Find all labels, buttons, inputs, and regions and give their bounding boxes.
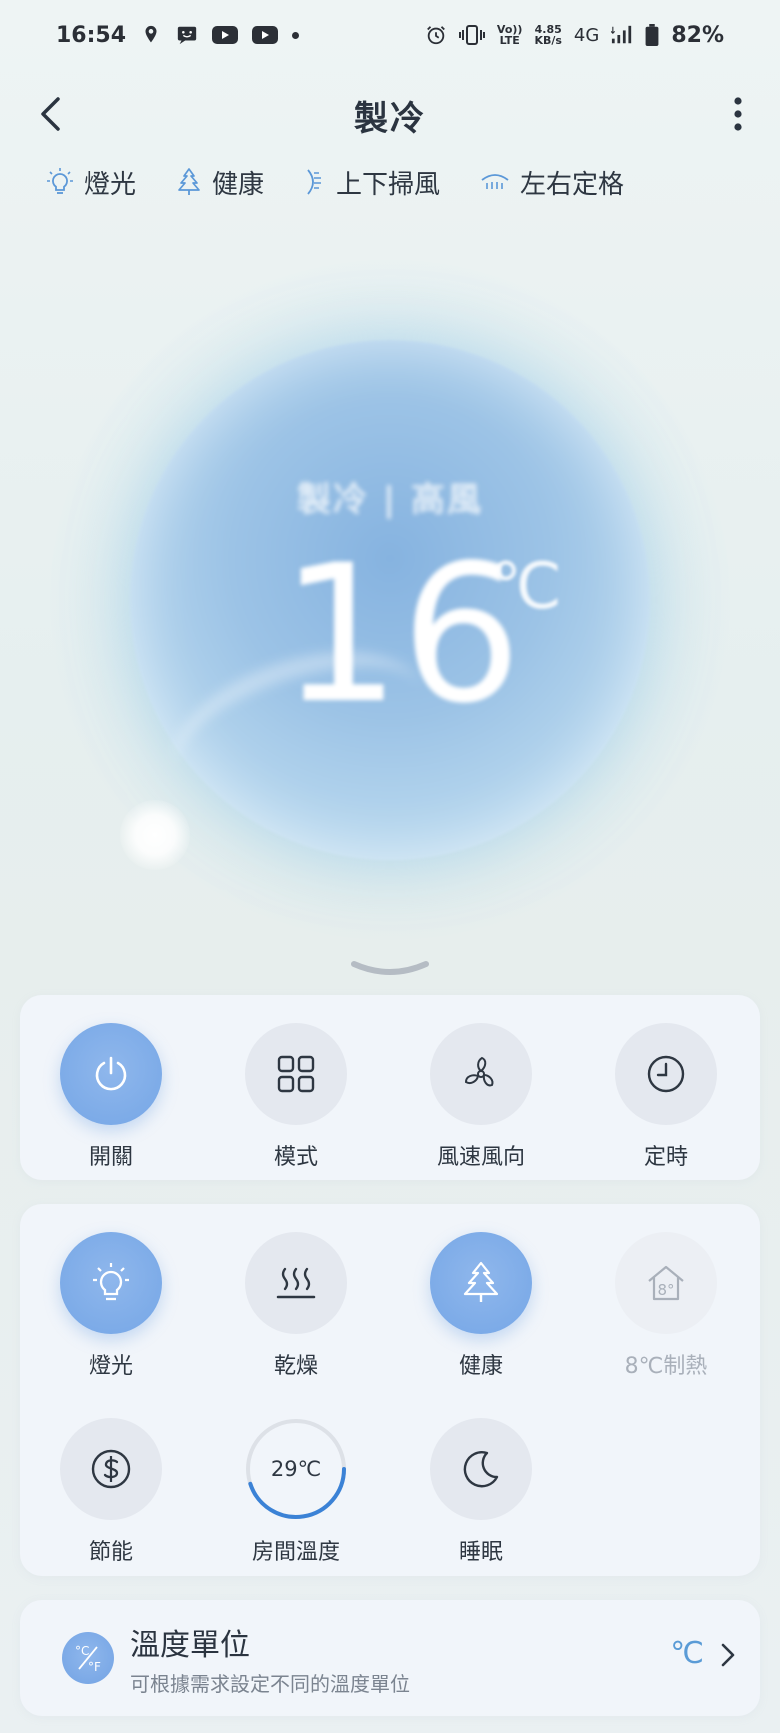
dry-button[interactable] <box>245 1232 347 1334</box>
battery-icon <box>645 24 659 46</box>
target-temperature: 16 <box>280 524 522 745</box>
control-label: 燈光 <box>88 1354 133 1379</box>
dry-control[interactable]: 乾燥 <box>226 1232 366 1380</box>
mode-status: 製冷 | 高風 <box>296 480 484 520</box>
signal-icon <box>611 25 632 44</box>
active-features: 燈光 健康 上下掃風 左右定格 <box>46 160 624 204</box>
network-speed: 4.85 KB/s <box>534 23 562 47</box>
power-button[interactable] <box>60 1023 162 1125</box>
power-icon <box>95 1056 127 1091</box>
back-button[interactable] <box>28 92 72 136</box>
youtube-icon <box>252 26 279 44</box>
feature-light: 燈光 <box>46 164 136 201</box>
unit-setting-subtitle: 可根據需求設定不同的溫度單位 <box>130 1672 410 1696</box>
battery-percent: 82% <box>671 22 724 48</box>
room-temperature-value: 29℃ <box>270 1457 322 1481</box>
location-icon <box>145 25 157 43</box>
light-button[interactable] <box>60 1232 162 1334</box>
control-label: 房間溫度 <box>251 1540 340 1565</box>
chevron-left-icon <box>41 97 60 131</box>
unit-setting-value: ℃ <box>670 1636 704 1671</box>
horizontal-fixed-icon <box>481 174 509 189</box>
control-label: 開關 <box>88 1145 133 1170</box>
control-label: 8℃制熱 <box>624 1354 708 1379</box>
more-options-button[interactable] <box>716 92 760 136</box>
youtube-icon <box>212 26 239 44</box>
tree-icon <box>463 1261 499 1302</box>
temperature-display: 製冷 | 高風 16 ℃ <box>50 260 730 940</box>
clock-icon <box>647 1055 685 1093</box>
more-notifications-dot <box>292 31 300 39</box>
feature-label: 燈光 <box>84 169 137 200</box>
svg-text:°C: °C <box>75 1644 89 1658</box>
status-bar: 16:54 Vo)) LTE 4.85 KB/s 4G 82% <box>0 0 780 70</box>
chevron-right-icon <box>716 1640 740 1670</box>
more-vertical-icon <box>734 97 742 131</box>
control-label: 風速風向 <box>436 1145 525 1170</box>
heat-icon <box>276 1267 316 1299</box>
heat-8c-button[interactable]: 8° <box>615 1232 717 1334</box>
message-icon <box>177 26 197 45</box>
control-label: 定時 <box>643 1145 688 1170</box>
control-label: 健康 <box>458 1354 503 1379</box>
sleep-button[interactable] <box>430 1418 532 1520</box>
status-time: 16:54 <box>56 22 127 48</box>
vibrate-icon <box>458 25 485 45</box>
feature-health: 健康 <box>176 164 264 201</box>
control-label: 模式 <box>273 1145 318 1170</box>
eco-button[interactable] <box>60 1418 162 1520</box>
secondary-controls-panel: 燈光 乾燥 健康 8° 8℃制熱 節能 29℃ 房間溫度 睡眠 <box>20 1204 760 1576</box>
timer-button[interactable] <box>615 1023 717 1125</box>
control-label: 睡眠 <box>458 1540 503 1565</box>
timer-control[interactable]: 定時 <box>596 1023 736 1171</box>
feature-horizontal-fixed: 左右定格 <box>480 164 624 201</box>
room-temperature-control[interactable]: 29℃ 房間溫度 <box>226 1418 366 1566</box>
fan-control[interactable]: 風速風向 <box>411 1023 551 1171</box>
temperature-unit-row[interactable]: °C °F 溫度單位 可根據需求設定不同的溫度單位 ℃ <box>20 1600 760 1716</box>
dollar-icon <box>91 1449 131 1489</box>
chevron-down-icon <box>351 961 429 975</box>
feature-label: 健康 <box>212 169 265 200</box>
celsius-fahrenheit-icon: °C °F <box>62 1632 114 1684</box>
vertical-swing-icon <box>307 169 322 195</box>
feature-label: 左右定格 <box>520 169 625 200</box>
primary-controls-panel: 開關 模式 風速風向 定時 <box>20 995 760 1180</box>
health-button[interactable] <box>430 1232 532 1334</box>
mode-button[interactable] <box>245 1023 347 1125</box>
sleep-control[interactable]: 睡眠 <box>411 1418 551 1566</box>
light-control[interactable]: 燈光 <box>41 1232 181 1380</box>
orb-glow <box>120 800 190 870</box>
bulb-icon <box>47 168 73 194</box>
temperature-unit: ℃ <box>490 550 562 624</box>
control-label: 節能 <box>88 1540 133 1565</box>
collapse-handle[interactable] <box>350 958 430 988</box>
heat-8c-control[interactable]: 8° 8℃制熱 <box>596 1232 736 1380</box>
feature-label: 上下掃風 <box>336 169 441 200</box>
svg-text:°F: °F <box>88 1660 101 1674</box>
svg-text:8°: 8° <box>657 1281 674 1299</box>
alarm-icon <box>427 26 445 45</box>
unit-setting-title: 溫度單位 <box>130 1628 250 1663</box>
room-temperature-ring[interactable]: 29℃ <box>245 1418 347 1520</box>
fan-icon <box>464 1056 494 1087</box>
bulb-icon <box>93 1263 129 1301</box>
house-8-icon: 8° <box>648 1265 684 1301</box>
feature-vertical-swing: 上下掃風 <box>304 164 440 201</box>
fan-button[interactable] <box>430 1023 532 1125</box>
grid-icon <box>277 1055 315 1093</box>
volte-indicator: Vo)) LTE <box>496 23 523 47</box>
network-type: 4G <box>573 24 600 46</box>
mode-control[interactable]: 模式 <box>226 1023 366 1171</box>
eco-control[interactable]: 節能 <box>41 1418 181 1566</box>
tree-icon <box>178 168 200 195</box>
control-label: 乾燥 <box>273 1354 318 1379</box>
moon-icon <box>463 1451 499 1488</box>
power-control[interactable]: 開關 <box>41 1023 181 1171</box>
health-control[interactable]: 健康 <box>411 1232 551 1380</box>
page-title: 製冷 <box>354 98 426 139</box>
app-header: 製冷 <box>0 70 780 160</box>
